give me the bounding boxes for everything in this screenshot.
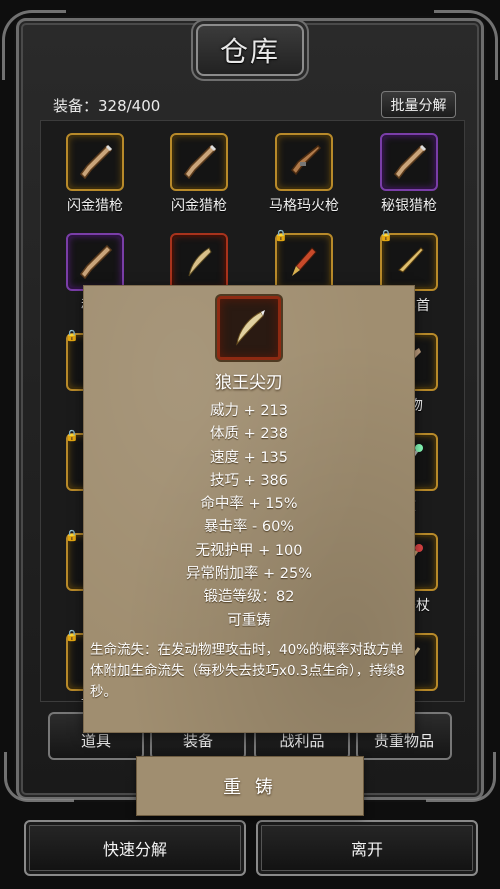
item-slot[interactable]: 马格玛火枪 — [254, 133, 354, 215]
item-name: 闪金猎枪 — [171, 198, 227, 214]
lock-icon: 🔒 — [65, 529, 79, 542]
item-frame: 🔒 — [274, 229, 333, 291]
lock-icon: 🔒 — [65, 329, 79, 342]
item-name: 秘银猎枪 — [381, 198, 437, 214]
stat-speed: 速度 + 135 — [209, 449, 289, 466]
item-frame — [380, 133, 438, 191]
blade-icon — [236, 310, 265, 346]
frame-ornament-top-right — [434, 10, 498, 80]
item-frame — [66, 133, 124, 191]
item-frame: 🔒 — [379, 229, 438, 291]
musket-icon — [291, 144, 322, 176]
page-title: 仓库 — [219, 35, 280, 68]
title-plate: 仓库 — [196, 24, 304, 76]
stat-skill: 技巧 + 386 — [209, 472, 289, 489]
leave-button[interactable]: 离开 — [256, 820, 478, 876]
item-frame — [170, 133, 228, 191]
item-frame — [275, 133, 333, 191]
stat-constitution: 体质 + 238 — [209, 426, 289, 443]
dagger-icon — [292, 247, 317, 276]
lock-icon: 🔒 — [65, 629, 79, 642]
stat-hit-rate: 命中率 + 15% — [200, 496, 298, 513]
lock-icon: 🔒 — [65, 429, 79, 442]
item-slot[interactable]: 闪金猎枪 — [149, 133, 249, 215]
stat-status-chance: 异常附加率 + 25% — [185, 566, 313, 583]
equipment-count: 装备：328/400 — [53, 97, 161, 115]
item-frame — [170, 233, 228, 291]
batch-decompose-button[interactable]: 批量分解 — [381, 91, 456, 118]
lock-icon: 🔒 — [379, 229, 393, 242]
item-description: 生命流失：在发动物理攻击时，40%的概率对敌方单体附加生命流失（每秒失去技巧x0… — [90, 642, 405, 700]
quick-decompose-button[interactable]: 快速分解 — [24, 820, 246, 876]
stat-reforgeable: 可重铸 — [227, 612, 271, 629]
item-name: 闪金猎枪 — [67, 198, 123, 214]
reforge-button[interactable]: 重 铸 — [137, 757, 363, 815]
stat-crit-rate: 暴击率 - 60% — [203, 519, 295, 536]
item-slot[interactable] — [149, 233, 249, 291]
popup-item-name: 狼王尖刃 — [215, 373, 283, 393]
item-slot[interactable]: 🔒 — [254, 229, 354, 291]
shotgun-icon — [184, 144, 217, 180]
item-slot[interactable]: 秘银猎枪 — [359, 133, 459, 215]
shotgun-icon — [80, 244, 113, 280]
lock-icon: 🔒 — [274, 229, 288, 242]
dagger-icon — [398, 247, 424, 273]
item-detail-popup: 狼王尖刃 威力 + 213 体质 + 238 速度 + 135 技巧 + 386… — [84, 286, 414, 732]
frame-ornament-top-left — [2, 10, 66, 80]
item-frame — [66, 233, 124, 291]
blade-icon — [188, 247, 212, 277]
item-slot[interactable]: 闪金猎枪 — [45, 133, 145, 215]
stat-list: 威力 + 213 体质 + 238 速度 + 135 技巧 + 386 命中率 … — [84, 400, 414, 633]
popup-item-frame — [217, 296, 281, 360]
stat-power: 威力 + 213 — [209, 403, 289, 419]
shotgun-icon — [80, 144, 113, 180]
item-name: 马格玛火枪 — [269, 198, 339, 214]
stat-armor-ignore: 无视护甲 + 100 — [195, 542, 303, 559]
stat-forge-level: 锻造等级：82 — [203, 589, 295, 606]
shotgun-icon — [394, 144, 427, 180]
